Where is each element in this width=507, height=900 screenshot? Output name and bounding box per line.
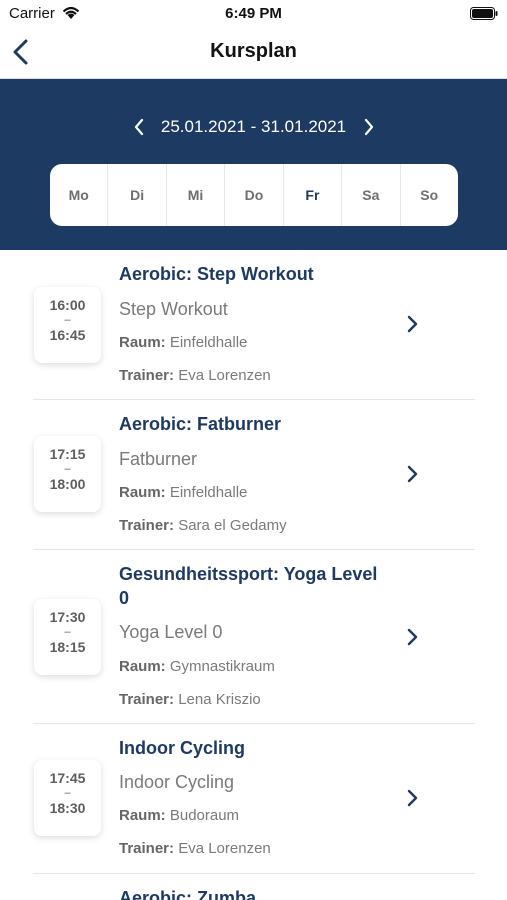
course-title: Aerobic: Zumba <box>119 888 257 900</box>
day-tab-fr[interactable]: Fr <box>284 164 343 226</box>
trainer-value: Sara el Gedamy <box>178 517 287 534</box>
course-trainer: Trainer: Sara el Gedamy <box>119 517 287 534</box>
start-time: 17:30 <box>49 609 86 625</box>
status-bar: Carrier 6:49 PM <box>0 0 507 28</box>
week-range: 25.01.2021 - 31.01.2021 <box>160 117 347 136</box>
day-tab-so[interactable]: So <box>401 164 458 226</box>
course-title: Gesundheitssport: Yoga Level 0 <box>119 564 378 608</box>
room-value: Einfeldhalle <box>169 484 248 501</box>
trainer-value: Eva Lorenzen <box>178 367 271 384</box>
next-week-button[interactable] <box>358 116 380 138</box>
start-time: 17:45 <box>49 770 86 786</box>
course-trainer: Trainer: Eva Lorenzen <box>119 840 271 857</box>
course-subtitle: Indoor Cycling <box>119 772 235 792</box>
week-header: 25.01.2021 - 31.01.2021 Mo Di Mi Do Fr S… <box>0 79 507 250</box>
course-list: 16:00 – 16:45 Aerobic: Step Workout Step… <box>0 250 507 900</box>
time-badge: 17:15 – 18:00 <box>34 436 101 512</box>
course-subtitle: Step Workout <box>119 299 228 319</box>
course-title: Indoor Cycling <box>119 738 245 758</box>
course-room: Raum: Gymnastikraum <box>119 658 275 675</box>
course-room: Raum: Budoraum <box>119 807 239 824</box>
course-item[interactable]: 17:45 – 18:30 Indoor Cycling Indoor Cycl… <box>0 724 507 874</box>
end-time: 18:00 <box>49 476 86 492</box>
status-time: 6:49 PM <box>225 5 282 22</box>
trainer-value: Eva Lorenzen <box>178 840 271 857</box>
day-picker: Mo Di Mi Do Fr Sa So <box>50 164 458 226</box>
day-tab-mi[interactable]: Mi <box>167 164 226 226</box>
end-time: 16:45 <box>49 327 86 343</box>
room-label: Raum: <box>119 658 166 675</box>
chevron-right-icon[interactable] <box>402 312 422 336</box>
navigation-bar: Kursplan <box>0 28 507 79</box>
trainer-label: Trainer: <box>119 840 175 857</box>
course-item[interactable]: 16:00 – 16:45 Aerobic: Step Workout Step… <box>0 250 507 400</box>
time-badge: 17:30 – 18:15 <box>34 599 101 675</box>
end-time: 18:15 <box>49 639 86 655</box>
start-time: 17:15 <box>49 446 86 462</box>
course-room: Raum: Einfeldhalle <box>119 334 247 351</box>
time-dash: – <box>64 314 71 326</box>
battery-icon <box>470 7 498 20</box>
course-subtitle: Yoga Level 0 <box>119 622 223 642</box>
room-value: Budoraum <box>169 807 240 824</box>
trainer-label: Trainer: <box>119 691 175 708</box>
course-title: Aerobic: Step Workout <box>119 264 314 284</box>
course-room: Raum: Einfeldhalle <box>119 484 247 501</box>
trainer-value: Lena Kriszio <box>178 691 261 708</box>
room-value: Einfeldhalle <box>169 334 248 351</box>
day-tab-do[interactable]: Do <box>225 164 284 226</box>
room-value: Gymnastikraum <box>169 658 275 675</box>
day-tab-di[interactable]: Di <box>108 164 167 226</box>
room-label: Raum: <box>119 334 166 351</box>
course-trainer: Trainer: Lena Kriszio <box>119 691 261 708</box>
room-label: Raum: <box>119 807 166 824</box>
time-badge: 16:00 – 16:45 <box>34 287 101 363</box>
course-item[interactable]: 17:15 – 18:00 Aerobic: Fatburner Fatburn… <box>0 400 507 550</box>
time-dash: – <box>64 463 71 475</box>
course-item[interactable]: Aerobic: Zumba <box>0 874 507 900</box>
week-navigator: 25.01.2021 - 31.01.2021 <box>0 115 507 141</box>
trainer-label: Trainer: <box>119 517 175 534</box>
previous-week-button[interactable] <box>128 116 150 138</box>
chevron-right-icon[interactable] <box>402 625 422 649</box>
chevron-right-icon[interactable] <box>402 786 422 810</box>
time-dash: – <box>64 626 71 638</box>
start-time: 16:00 <box>49 297 86 313</box>
time-dash: – <box>64 787 71 799</box>
day-tab-mo[interactable]: Mo <box>50 164 109 226</box>
course-title: Aerobic: Fatburner <box>119 414 282 434</box>
course-subtitle: Fatburner <box>119 449 198 469</box>
time-badge: 17:45 – 18:30 <box>34 760 101 836</box>
room-label: Raum: <box>119 484 166 501</box>
end-time: 18:30 <box>49 800 86 816</box>
chevron-right-icon[interactable] <box>402 462 422 486</box>
day-tab-sa[interactable]: Sa <box>342 164 401 226</box>
course-trainer: Trainer: Eva Lorenzen <box>119 367 271 384</box>
page-title: Kursplan <box>210 40 297 62</box>
trainer-label: Trainer: <box>119 367 175 384</box>
course-item[interactable]: 17:30 – 18:15 Gesundheitssport: Yoga Lev… <box>0 550 507 724</box>
